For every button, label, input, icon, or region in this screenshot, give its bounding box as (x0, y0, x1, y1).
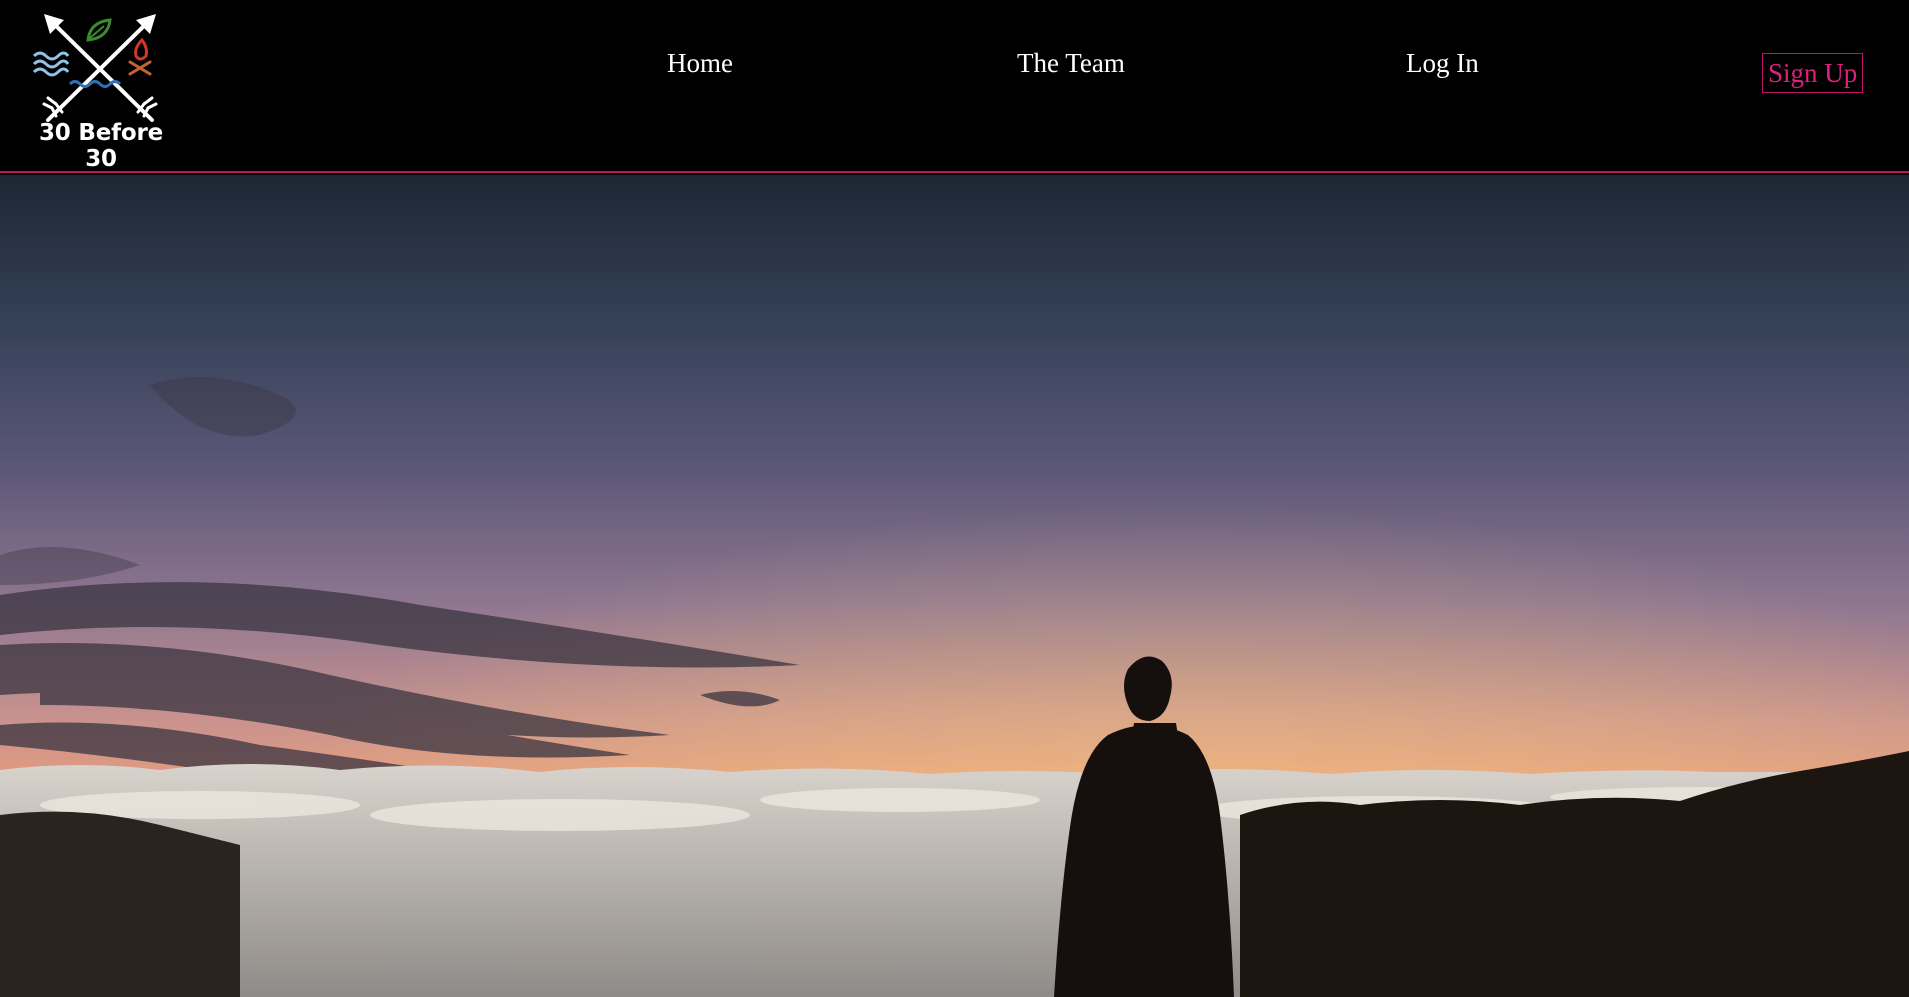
crossed-arrows-elements-icon (32, 14, 158, 122)
logo-text: 30 Before 30 (38, 120, 164, 172)
hero-image (0, 175, 1909, 997)
nav-link-log-in[interactable]: Log In (1406, 48, 1479, 79)
nav-link-home[interactable]: Home (667, 48, 733, 79)
site-logo[interactable]: 30 Before 30 (22, 8, 182, 172)
nav-link-the-team[interactable]: The Team (1017, 48, 1125, 79)
sunset-hero-illustration (0, 175, 1909, 997)
sign-up-button[interactable]: Sign Up (1762, 53, 1864, 93)
top-navbar: 30 Before 30 Home The Team Log In Sign U… (0, 0, 1909, 173)
